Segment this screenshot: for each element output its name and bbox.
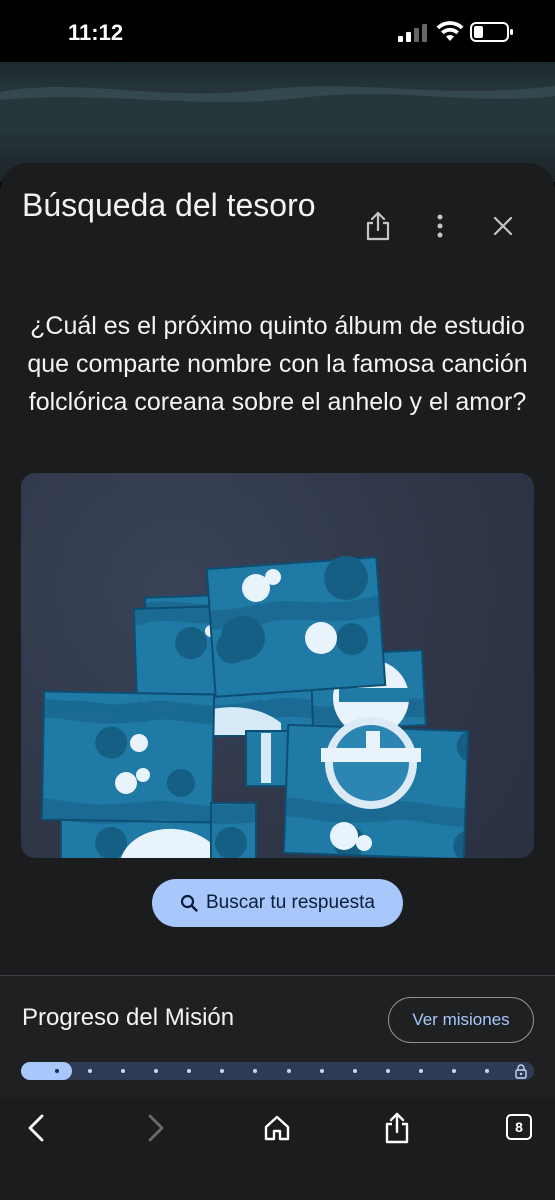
back-icon — [28, 1114, 44, 1142]
view-missions-button[interactable]: Ver misiones — [388, 997, 534, 1043]
share-page-button[interactable] — [377, 1108, 417, 1148]
progress-step-dot — [451, 1069, 456, 1073]
status-time: 11:12 — [68, 20, 124, 45]
puzzle-tile — [282, 717, 470, 858]
status-bar: 11:12 — [0, 0, 555, 62]
close-button[interactable] — [483, 206, 523, 246]
battery-icon — [470, 22, 513, 42]
progress-step-dot — [121, 1069, 126, 1073]
back-button[interactable] — [16, 1108, 56, 1148]
puzzle-image — [21, 473, 534, 858]
more-vert-icon — [437, 214, 443, 238]
share-icon — [366, 211, 390, 241]
puzzle-tile — [40, 690, 216, 824]
progress-step-dot — [220, 1069, 225, 1073]
share-button[interactable] — [358, 206, 398, 246]
search-answer-button[interactable]: Buscar tu respuesta — [152, 879, 403, 927]
puzzle-tile — [210, 802, 257, 858]
progress-step-dot — [319, 1069, 324, 1073]
share-icon — [385, 1112, 409, 1144]
cellular-signal-icon — [398, 24, 427, 42]
more-options-button[interactable] — [420, 206, 460, 246]
browser-toolbar: 8 — [0, 1098, 555, 1200]
treasure-hunt-sheet: Búsqueda del tesoro ¿Cuál es el próximo … — [0, 163, 555, 1098]
close-icon — [493, 216, 513, 236]
progress-title: Progreso del Misión — [22, 1004, 235, 1031]
progress-step-dot — [88, 1069, 93, 1073]
lock-icon — [515, 1064, 527, 1079]
forward-button[interactable] — [136, 1108, 176, 1148]
progress-fill — [21, 1062, 72, 1080]
puzzle-tile — [245, 730, 292, 787]
progress-step-dot — [385, 1069, 390, 1073]
question-text: ¿Cuál es el próximo quinto álbum de estu… — [27, 312, 528, 416]
progress-step-dot — [253, 1069, 258, 1073]
wifi-icon — [436, 21, 464, 41]
progress-bar — [21, 1062, 534, 1080]
puzzle-tiles — [40, 556, 470, 858]
search-icon — [180, 894, 198, 912]
progress-step-dot — [187, 1069, 192, 1073]
progress-step-dot — [55, 1069, 59, 1073]
background-wave — [0, 86, 555, 132]
progress-step-dot — [286, 1069, 291, 1073]
puzzle-tile — [205, 556, 387, 698]
progress-step-dot — [418, 1069, 423, 1073]
progress-step-dot — [485, 1069, 489, 1073]
tabs-button[interactable]: 8 — [506, 1114, 532, 1140]
home-button[interactable] — [257, 1108, 297, 1148]
home-icon — [264, 1115, 290, 1141]
sheet-title: Búsqueda del tesoro — [22, 187, 316, 223]
search-answer-label: Buscar tu respuesta — [206, 892, 375, 913]
progress-step-dot — [154, 1069, 159, 1073]
forward-icon — [148, 1114, 164, 1142]
mission-progress: Progreso del Misión Ver misiones — [0, 975, 555, 1098]
progress-step-dot — [352, 1069, 357, 1073]
